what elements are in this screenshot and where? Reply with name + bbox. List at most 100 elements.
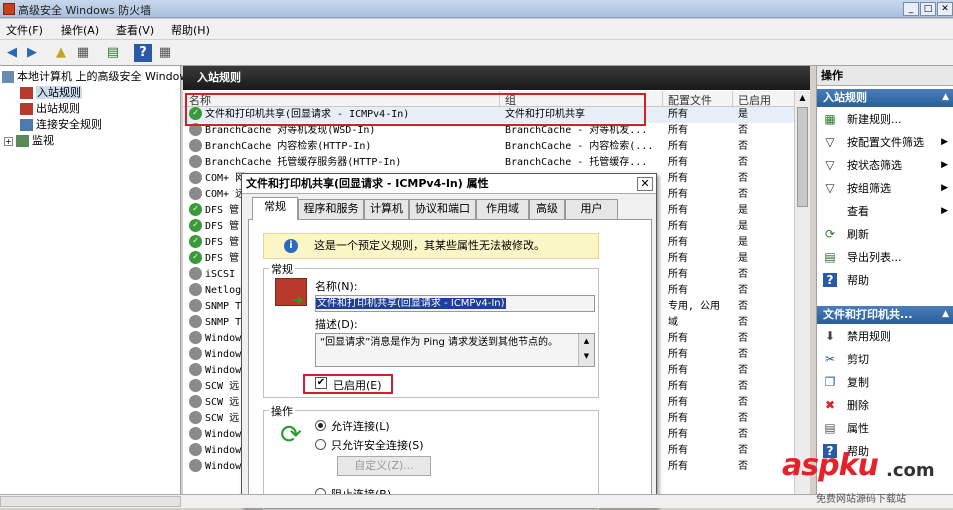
collapse-icon[interactable]: ▲ — [942, 92, 949, 102]
cell-name: iSCSI — [205, 269, 236, 280]
tab-users[interactable]: 用户 — [565, 199, 618, 219]
watermark-brand: aspku — [782, 448, 879, 483]
cell-name: SCW 远 — [205, 397, 240, 408]
tab-advanced[interactable]: 高级 — [529, 199, 565, 219]
cell-profile: 所有 — [668, 189, 688, 200]
allow-label[interactable]: 允许连接(L) — [331, 418, 390, 434]
allow-secure-radio[interactable] — [315, 439, 326, 450]
tab-scope[interactable]: 作用域 — [476, 199, 529, 219]
action-item[interactable]: ✖ 删除 — [817, 394, 953, 417]
scrollbar-thumb[interactable] — [797, 107, 808, 207]
tab-page-general: i 这是一个预定义规则，其某些属性无法被修改。 常规 ➜ 名称(N): 文件和打… — [248, 219, 652, 510]
cell-enabled: 是 — [738, 237, 748, 248]
tree-item-outbound[interactable]: 出站规则 — [20, 101, 80, 117]
show-hide-tree-icon[interactable]: ▦ — [74, 44, 92, 62]
disabled-rule-icon — [189, 331, 202, 344]
allow-secure-label[interactable]: 只允许安全连接(S) — [331, 437, 424, 453]
menu-action[interactable]: 操作(A) — [61, 22, 99, 38]
menu-help[interactable]: 帮助(H) — [171, 22, 210, 38]
enabled-checkbox[interactable]: ✔ — [315, 377, 327, 389]
back-icon[interactable]: ◀ — [3, 44, 21, 62]
cell-profile: 所有 — [668, 221, 688, 232]
dialog-close-button[interactable]: ✕ — [637, 177, 653, 191]
menu-view[interactable]: 查看(V) — [116, 22, 154, 38]
disabled-rule-icon — [189, 315, 202, 328]
disabled-rule-icon — [189, 379, 202, 392]
description-field[interactable]: “回显请求”消息是作为 Ping 请求发送到其他节点的。 — [315, 333, 595, 367]
action-item[interactable]: ▦ 新建规则... — [817, 108, 953, 131]
horizontal-scrollbar[interactable] — [0, 496, 181, 507]
table-row[interactable]: BranchCache 内容检索(HTTP-In) BranchCache - 内… — [183, 139, 794, 155]
cell-name: Window — [205, 349, 242, 360]
info-bar: i 这是一个预定义规则，其某些属性无法被修改。 — [263, 233, 599, 259]
title-bar: 高级安全 Windows 防火墙 _ □ ✕ — [0, 0, 953, 18]
action-item[interactable]: ✂ 剪切 — [817, 348, 953, 371]
allow-radio[interactable] — [315, 420, 326, 431]
export-icon: ▤ — [824, 250, 836, 264]
close-button[interactable]: ✕ — [937, 2, 953, 16]
properties-icon[interactable]: ▦ — [156, 44, 174, 62]
expand-icon[interactable]: + — [4, 137, 13, 146]
action-item[interactable]: ⟳ 刷新 — [817, 223, 953, 246]
help-icon[interactable]: ? — [134, 44, 152, 62]
actions-section-inbound[interactable]: 入站规则 — [817, 89, 953, 107]
connection-security-icon — [20, 119, 33, 131]
column-enabled[interactable]: 已启用 — [738, 92, 771, 108]
action-label: 查看 — [847, 205, 869, 218]
tree-item-inbound[interactable]: 入站规则 — [20, 85, 82, 101]
tree-item-connection-security[interactable]: 连接安全规则 — [20, 117, 102, 133]
action-item[interactable]: ▽ 按组筛选 ▶ — [817, 177, 953, 200]
maximize-button[interactable]: □ — [920, 2, 936, 16]
tree-item-monitor[interactable]: + 监视 — [4, 133, 54, 149]
minimize-button[interactable]: _ — [903, 2, 919, 16]
cell-enabled: 否 — [738, 397, 748, 408]
action-item[interactable]: ▤ 属性 — [817, 417, 953, 440]
menu-file[interactable]: 文件(F) — [6, 22, 43, 38]
name-field[interactable]: 文件和打印机共享(回显请求 - ICMPv4-In) — [315, 295, 595, 312]
action-label: 复制 — [847, 376, 869, 389]
cell-profile: 所有 — [668, 269, 688, 280]
description-scrollbar[interactable]: ▲ ▼ — [578, 334, 594, 366]
enabled-rule-icon: ✓ — [189, 203, 202, 216]
vertical-scrollbar[interactable]: ▲ — [794, 91, 810, 494]
action-label: 禁用规则 — [847, 330, 891, 343]
column-profile[interactable]: 配置文件 — [668, 92, 712, 108]
cell-enabled: 否 — [738, 269, 748, 280]
general-group-label: 常规 — [269, 261, 295, 277]
disabled-rule-icon — [189, 171, 202, 184]
disable-icon: ⬇ — [824, 329, 836, 343]
new-rule-icon: ▦ — [824, 112, 836, 126]
submenu-arrow-icon: ▶ — [941, 206, 948, 216]
up-folder-icon[interactable]: ▲ — [52, 44, 70, 62]
action-label: 新建规则... — [847, 113, 902, 126]
customize-button[interactable]: 自定义(Z)... — [337, 456, 431, 476]
action-item[interactable]: ▤ 导出列表... — [817, 246, 953, 269]
table-row[interactable]: BranchCache 托管缓存服务器(HTTP-In) BranchCache … — [183, 155, 794, 171]
tab-computers[interactable]: 计算机 — [364, 199, 409, 219]
action-item[interactable]: 查看 ▶ — [817, 200, 953, 223]
cell-name: DFS 管 — [205, 237, 240, 248]
forward-icon[interactable]: ▶ — [23, 44, 41, 62]
tab-programs-services[interactable]: 程序和服务 — [298, 199, 364, 219]
cell-enabled: 否 — [738, 141, 748, 152]
tab-general[interactable]: 常规 — [252, 197, 298, 220]
enabled-label[interactable]: 已启用(E) — [333, 377, 382, 393]
scroll-up-icon[interactable]: ▲ — [797, 93, 808, 105]
monitor-icon — [16, 135, 29, 147]
action-item[interactable]: ❐ 复制 — [817, 371, 953, 394]
export-icon[interactable]: ▤ — [104, 44, 122, 62]
action-item[interactable]: ▽ 按状态筛选 ▶ — [817, 154, 953, 177]
properties-dialog: 文件和打印机共享(回显请求 - ICMPv4-In) 属性 ✕ 常规 程序和服务… — [241, 173, 657, 510]
action-item[interactable]: ▽ 按配置文件筛选 ▶ — [817, 131, 953, 154]
cell-name: COM+ 网 — [205, 173, 246, 184]
action-item[interactable]: ⬇ 禁用规则 — [817, 325, 953, 348]
actions-section-rule[interactable]: 文件和打印机共... — [817, 306, 953, 324]
cell-enabled: 是 — [738, 253, 748, 264]
submenu-arrow-icon: ▶ — [941, 137, 948, 147]
cell-profile: 专用, 公用 — [668, 301, 721, 312]
collapse-icon[interactable]: ▲ — [942, 309, 949, 319]
tab-protocols-ports[interactable]: 协议和端口 — [409, 199, 476, 219]
cell-profile: 所有 — [668, 157, 688, 168]
disabled-rule-icon — [189, 443, 202, 456]
action-item[interactable]: ? 帮助 — [817, 269, 953, 292]
